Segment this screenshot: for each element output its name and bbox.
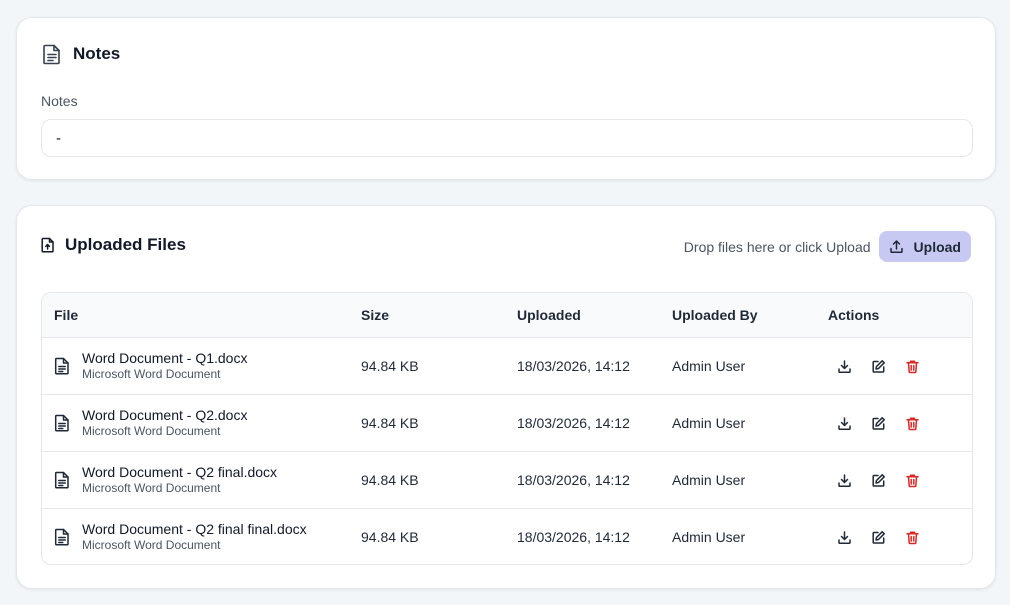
uploaded-files-header: Uploaded Files [41,235,186,255]
row-actions [834,395,936,451]
uploaded-files-card: Uploaded Files Drop files here or click … [16,205,996,589]
upload-icon [889,239,904,254]
file-size: 94.84 KB [361,415,419,431]
column-header-size: Size [361,307,390,323]
row-actions [834,452,936,508]
row-actions [834,509,936,564]
file-size: 94.84 KB [361,472,419,488]
upload-button-label: Upload [913,238,961,255]
uploaded-by: Admin User [672,415,746,431]
file-cell: Word Document - Q2 final.docx Microsoft … [54,452,277,508]
uploaded-by: Admin User [672,472,746,488]
uploaded-by: Admin User [672,529,746,545]
file-text-icon [54,414,70,432]
notes-header: Notes [42,43,120,65]
file-text-icon [54,357,70,375]
upload-area: Drop files here or click Upload Upload [684,231,971,262]
upload-date: 18/03/2026, 14:12 [517,472,630,488]
delete-icon[interactable] [902,413,922,433]
row-actions [834,338,936,394]
file-size: 94.84 KB [361,358,419,374]
table-row: Word Document - Q2.docx Microsoft Word D… [42,394,972,451]
uploaded-files-title: Uploaded Files [65,235,186,254]
table-header: File Size Uploaded Uploaded By Actions [42,293,972,337]
edit-icon[interactable] [868,470,888,490]
file-name[interactable]: Word Document - Q2 final.docx [82,464,277,481]
file-type: Microsoft Word Document [82,481,221,495]
files-table: File Size Uploaded Uploaded By Actions W… [41,292,973,565]
table-row: Word Document - Q2 final.docx Microsoft … [42,451,972,508]
file-size: 94.84 KB [361,529,419,545]
file-name[interactable]: Word Document - Q2 final final.docx [82,521,307,538]
file-cell: Word Document - Q1.docx Microsoft Word D… [54,338,247,394]
edit-icon[interactable] [868,356,888,376]
upload-date: 18/03/2026, 14:12 [517,358,630,374]
delete-icon[interactable] [902,356,922,376]
file-name[interactable]: Word Document - Q2.docx [82,407,247,424]
file-text-icon [54,471,70,489]
document-icon [42,43,62,65]
uploaded-by: Admin User [672,358,746,374]
file-upload-icon [41,237,55,253]
table-row: Word Document - Q1.docx Microsoft Word D… [42,337,972,394]
upload-date: 18/03/2026, 14:12 [517,529,630,545]
file-name[interactable]: Word Document - Q1.docx [82,350,247,367]
file-type: Microsoft Word Document [82,538,221,552]
edit-icon[interactable] [868,413,888,433]
file-cell: Word Document - Q2.docx Microsoft Word D… [54,395,247,451]
edit-icon[interactable] [868,527,888,547]
delete-icon[interactable] [902,527,922,547]
notes-field-label: Notes [41,93,78,109]
column-header-file: File [54,307,79,323]
drop-hint: Drop files here or click Upload [683,238,871,255]
table-row: Word Document - Q2 final final.docx Micr… [42,508,972,564]
file-type: Microsoft Word Document [82,367,221,381]
notes-field[interactable]: - [41,119,973,157]
download-icon[interactable] [834,356,854,376]
notes-card: Notes Notes - [16,17,996,180]
column-header-uploaded-by: Uploaded By [672,307,758,323]
notes-title: Notes [73,44,121,63]
download-icon[interactable] [834,527,854,547]
file-text-icon [54,528,70,546]
upload-date: 18/03/2026, 14:12 [517,415,630,431]
download-icon[interactable] [834,470,854,490]
column-header-actions: Actions [828,307,880,323]
file-type: Microsoft Word Document [82,424,221,438]
upload-button[interactable]: Upload [878,231,971,262]
download-icon[interactable] [834,413,854,433]
delete-icon[interactable] [902,470,922,490]
column-header-uploaded: Uploaded [517,307,581,323]
file-cell: Word Document - Q2 final final.docx Micr… [54,509,307,564]
